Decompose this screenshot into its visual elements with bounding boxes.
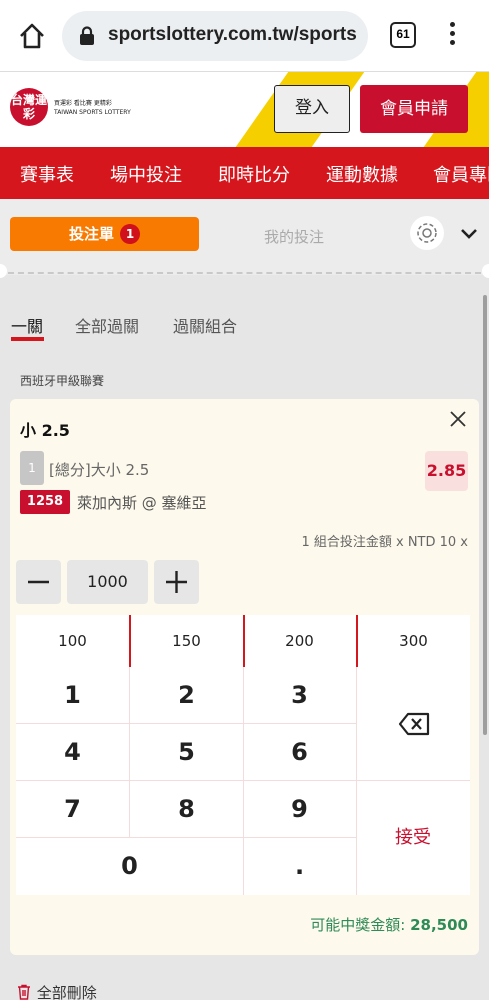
- nav-item-live-scores[interactable]: 即時比分: [218, 161, 290, 187]
- brand-logo[interactable]: 台灣運彩: [10, 88, 48, 126]
- quick-amount-300[interactable]: 300: [357, 615, 470, 667]
- bet-card: 小 2.5 1 [總分]大小 2.5 2.85 1258 萊加內斯 @ 塞維亞 …: [10, 399, 479, 955]
- quick-amount-100[interactable]: 100: [16, 615, 129, 667]
- logo-caption: 買運彩 看比賽 更精彩 TAIWAN SPORTS LOTTERY: [54, 100, 131, 116]
- gear-icon[interactable]: [410, 216, 444, 250]
- match-teams: 萊加內斯 @ 塞維亞: [77, 494, 207, 512]
- more-menu-icon[interactable]: [444, 22, 460, 50]
- main-nav: 賽事表 場中投注 即時比分 運動數據 會員專區: [0, 147, 489, 199]
- quick-amount-150[interactable]: 150: [130, 615, 243, 667]
- league-name: 西班牙甲級聯賽: [20, 374, 105, 388]
- browser-toolbar: sportslottery.com.tw/sports 61: [0, 0, 489, 72]
- nav-item-live-betting[interactable]: 場中投注: [110, 161, 182, 187]
- chevron-down-icon[interactable]: [460, 226, 478, 240]
- key-6[interactable]: 6: [243, 724, 356, 781]
- active-tab-indicator: [11, 337, 44, 341]
- home-icon[interactable]: [18, 22, 46, 50]
- my-bets-tab[interactable]: 我的投注: [264, 226, 324, 247]
- accept-button[interactable]: 接受: [356, 781, 470, 895]
- register-button[interactable]: 會員申請: [360, 85, 468, 133]
- key-decimal[interactable]: .: [243, 838, 356, 895]
- market-label: [總分]大小 2.5: [49, 461, 150, 479]
- login-button[interactable]: 登入: [274, 85, 350, 133]
- betslip-header: 投注單 1 我的投注: [0, 199, 489, 278]
- scrollbar[interactable]: [483, 295, 487, 735]
- selection-label: 小 2.5: [20, 421, 70, 440]
- key-3[interactable]: 3: [243, 667, 356, 724]
- stake-info: 1 組合投注金額 x NTD 10 x: [301, 535, 468, 550]
- stake-amount-input[interactable]: 1000: [67, 560, 148, 604]
- backspace-icon[interactable]: [356, 667, 470, 780]
- nav-item-stats[interactable]: 運動數據: [326, 161, 398, 187]
- trash-icon: [18, 984, 30, 1000]
- tab-switcher[interactable]: 61: [390, 22, 416, 48]
- odds-value: 2.85: [425, 451, 468, 491]
- tab-all-parlay[interactable]: 全部過關: [75, 313, 139, 337]
- betslip-tab[interactable]: 投注單 1: [10, 217, 199, 251]
- potential-payout: 可能中獎金額: 28,500: [310, 916, 468, 934]
- tab-single[interactable]: 一關: [11, 313, 43, 337]
- key-5[interactable]: 5: [130, 724, 243, 781]
- key-7[interactable]: 7: [16, 781, 129, 838]
- decrease-button[interactable]: [16, 560, 61, 604]
- lock-icon: [80, 26, 94, 45]
- key-2[interactable]: 2: [130, 667, 243, 724]
- quick-amount-200[interactable]: 200: [243, 615, 356, 667]
- close-icon[interactable]: [448, 409, 468, 429]
- nav-item-schedule[interactable]: 賽事表: [20, 161, 74, 187]
- url-text: sportslottery.com.tw/sports: [108, 24, 357, 45]
- increase-button[interactable]: [154, 560, 199, 604]
- key-1[interactable]: 1: [16, 667, 129, 724]
- key-0[interactable]: 0: [16, 838, 243, 895]
- key-8[interactable]: 8: [130, 781, 243, 838]
- tab-parlay-combo[interactable]: 過關組合: [173, 313, 237, 337]
- key-4[interactable]: 4: [16, 724, 129, 781]
- numeric-keypad: 100 150 200 300 1 2 3 4 5 6 7 8 9 0 . 接受: [16, 615, 470, 895]
- match-id-badge: 1258: [20, 490, 70, 514]
- nav-item-member[interactable]: 會員專區: [433, 161, 489, 187]
- site-header: 台灣運彩 買運彩 看比賽 更精彩 TAIWAN SPORTS LOTTERY 登…: [0, 72, 489, 147]
- bet-index: 1: [20, 451, 44, 485]
- address-bar[interactable]: sportslottery.com.tw/sports: [62, 11, 368, 61]
- betslip-count-badge: 1: [120, 224, 140, 244]
- key-9[interactable]: 9: [243, 781, 356, 838]
- delete-all-button[interactable]: 全部刪除: [16, 982, 97, 1000]
